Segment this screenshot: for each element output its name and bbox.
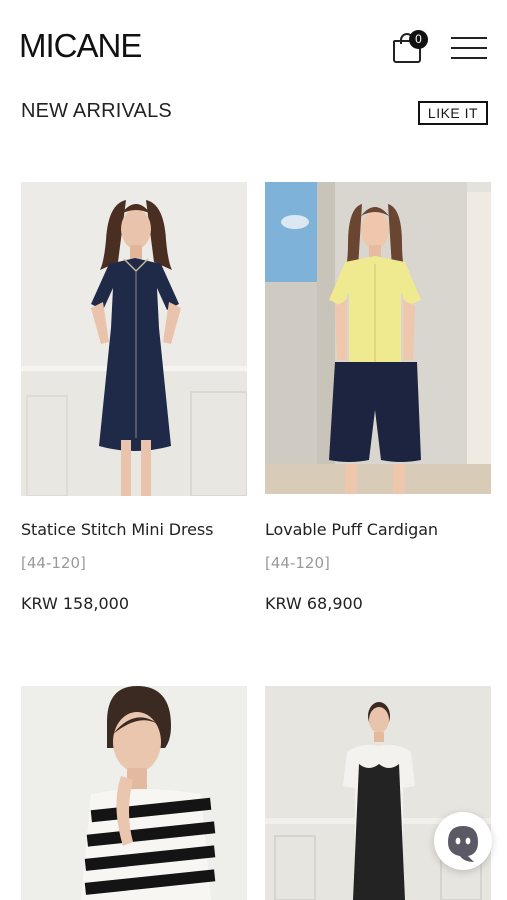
product-image[interactable]	[21, 686, 247, 900]
product-price: KRW 158,000	[21, 594, 130, 613]
product-name[interactable]: Lovable Puff Cardigan	[265, 520, 438, 539]
site-header: MICANE 0	[0, 0, 507, 92]
brand-logo[interactable]: MICANE	[19, 26, 142, 66]
product-name[interactable]: Statice Stitch Mini Dress	[21, 520, 213, 539]
product-image[interactable]	[21, 182, 247, 496]
cart-count-badge: 0	[409, 30, 428, 49]
section-title: NEW ARRIVALS	[21, 100, 172, 122]
like-it-button[interactable]: LIKE IT	[418, 101, 488, 125]
hamburger-menu-icon[interactable]	[451, 35, 489, 61]
chat-button[interactable]	[434, 812, 492, 870]
product-image[interactable]	[265, 182, 491, 494]
product-price: KRW 68,900	[265, 594, 363, 613]
chat-icon	[448, 826, 478, 862]
product-size: [44-120]	[21, 554, 86, 572]
product-size: [44-120]	[265, 554, 330, 572]
cart-button[interactable]: 0	[392, 30, 432, 66]
